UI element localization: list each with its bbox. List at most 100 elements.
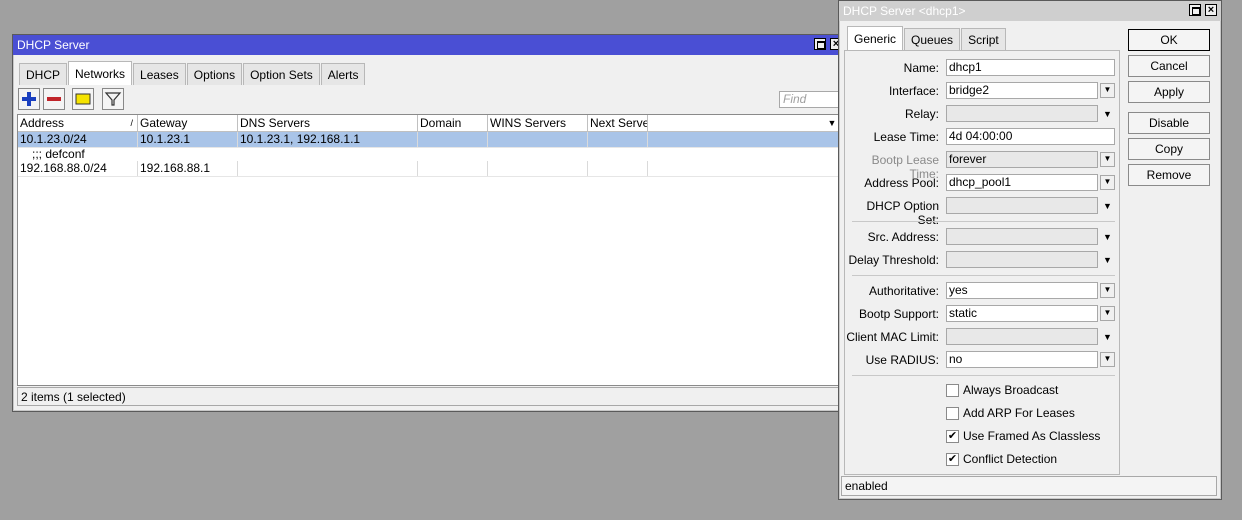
cell-gateway: 10.1.23.1 bbox=[138, 132, 238, 147]
src-address-label: Src. Address: bbox=[867, 230, 939, 244]
maximize-icon[interactable] bbox=[814, 38, 826, 50]
window-title: DHCP Server bbox=[17, 38, 90, 52]
table-row[interactable]: 10.1.23.0/24 10.1.23.1 10.1.23.1, 192.16… bbox=[18, 132, 840, 148]
dropdown-arrow-icon[interactable]: ▼ bbox=[1100, 152, 1115, 167]
dropdown-arrow-icon[interactable]: ▼ bbox=[1103, 201, 1112, 211]
add-arp-for-leases-checkbox[interactable] bbox=[946, 407, 959, 420]
client-mac-limit-field[interactable] bbox=[946, 328, 1098, 345]
delay-threshold-label: Delay Threshold: bbox=[848, 253, 940, 267]
find-input[interactable]: Find bbox=[779, 91, 839, 108]
separator bbox=[852, 375, 1115, 376]
ok-button[interactable]: OK bbox=[1128, 29, 1210, 51]
dropdown-arrow-icon[interactable]: ▼ bbox=[1100, 175, 1115, 190]
name-label: Name: bbox=[903, 61, 939, 75]
tab-queues[interactable]: Queues bbox=[904, 28, 961, 50]
cell-address: 192.168.88.0/24 bbox=[18, 161, 138, 176]
dropdown-arrow-icon[interactable]: ▼ bbox=[1100, 83, 1115, 98]
close-icon[interactable]: × bbox=[1205, 4, 1217, 16]
always-broadcast-label: Always Broadcast bbox=[963, 383, 1059, 397]
relay-field[interactable] bbox=[946, 105, 1098, 122]
dropdown-arrow-icon[interactable]: ▼ bbox=[1103, 109, 1112, 119]
disable-button[interactable]: Disable bbox=[1128, 112, 1210, 134]
column-gateway[interactable]: Gateway bbox=[138, 115, 238, 131]
add-button[interactable] bbox=[18, 88, 40, 110]
window-titlebar[interactable]: DHCP Server <dhcp1> × bbox=[839, 1, 1221, 21]
cell-wins-servers bbox=[488, 161, 588, 176]
tab-dhcp[interactable]: DHCP bbox=[19, 63, 68, 85]
cell-next-server bbox=[588, 161, 648, 176]
remove-button[interactable]: Remove bbox=[1128, 164, 1210, 186]
cell-gateway: 192.168.88.1 bbox=[138, 161, 238, 176]
remove-button[interactable] bbox=[43, 88, 65, 110]
tab-bar: DHCP Networks Leases Options Option Sets… bbox=[19, 61, 366, 85]
name-field[interactable]: dhcp1 bbox=[946, 59, 1115, 76]
address-pool-label: Address Pool: bbox=[864, 176, 939, 190]
lease-time-field[interactable]: 4d 04:00:00 bbox=[946, 128, 1115, 145]
lease-time-label: Lease Time: bbox=[873, 130, 939, 144]
column-dns-servers[interactable]: DNS Servers bbox=[238, 115, 418, 131]
table-header: Address / Gateway DNS Servers Domain WINS… bbox=[18, 115, 840, 132]
use-framed-as-classless-checkbox[interactable]: ✔ bbox=[946, 430, 959, 443]
copy-button[interactable]: Copy bbox=[1128, 138, 1210, 160]
dhcp-server-detail-window: DHCP Server <dhcp1> × Generic Queues Scr… bbox=[838, 0, 1222, 500]
window-titlebar[interactable]: DHCP Server × bbox=[13, 35, 846, 55]
tab-generic[interactable]: Generic bbox=[847, 26, 904, 50]
filter-button[interactable] bbox=[102, 88, 124, 110]
comment-icon bbox=[75, 93, 91, 105]
cell-address: 10.1.23.0/24 bbox=[18, 132, 138, 147]
cell-domain bbox=[418, 161, 488, 176]
table-row-comment[interactable]: ;;; defconf bbox=[18, 147, 840, 162]
status-bar: 2 items (1 selected) bbox=[17, 387, 841, 406]
use-radius-field[interactable]: no bbox=[946, 351, 1098, 368]
bootp-lease-time-field[interactable]: forever bbox=[946, 151, 1098, 168]
cancel-button[interactable]: Cancel bbox=[1128, 55, 1210, 77]
dropdown-arrow-icon[interactable]: ▼ bbox=[1103, 232, 1112, 242]
tab-option-sets[interactable]: Option Sets bbox=[243, 63, 320, 85]
tab-script[interactable]: Script bbox=[961, 28, 1006, 50]
use-framed-as-classless-label: Use Framed As Classless bbox=[963, 429, 1101, 443]
dropdown-arrow-icon[interactable]: ▼ bbox=[1103, 332, 1112, 342]
dropdown-arrow-icon[interactable]: ▼ bbox=[1100, 306, 1115, 321]
column-wins-servers[interactable]: WINS Servers bbox=[488, 115, 588, 131]
src-address-field[interactable] bbox=[946, 228, 1098, 245]
cell-wins-servers bbox=[488, 132, 588, 147]
dropdown-arrow-icon[interactable]: ▼ bbox=[1100, 352, 1115, 367]
tab-alerts[interactable]: Alerts bbox=[320, 63, 366, 85]
cell-dns-servers: 10.1.23.1, 192.168.1.1 bbox=[238, 132, 418, 147]
column-domain[interactable]: Domain bbox=[418, 115, 488, 131]
tab-networks[interactable]: Networks bbox=[68, 61, 133, 85]
conflict-detection-checkbox[interactable]: ✔ bbox=[946, 453, 959, 466]
address-pool-field[interactable]: dhcp_pool1 bbox=[946, 174, 1098, 191]
remove-icon bbox=[47, 97, 61, 101]
cell-domain bbox=[418, 132, 488, 147]
authoritative-field[interactable]: yes bbox=[946, 282, 1098, 299]
add-arp-for-leases-label: Add ARP For Leases bbox=[963, 406, 1075, 420]
column-address[interactable]: Address / bbox=[18, 115, 138, 131]
separator bbox=[852, 221, 1115, 222]
interface-field[interactable]: bridge2 bbox=[946, 82, 1098, 99]
maximize-icon[interactable] bbox=[1189, 4, 1201, 16]
dhcp-option-set-field[interactable] bbox=[946, 197, 1098, 214]
comment-button[interactable] bbox=[72, 88, 94, 110]
bootp-support-label: Bootp Support: bbox=[858, 307, 939, 321]
filter-icon bbox=[104, 92, 122, 106]
dropdown-arrow-icon[interactable]: ▼ bbox=[1100, 283, 1115, 298]
tab-options[interactable]: Options bbox=[186, 63, 243, 85]
interface-label: Interface: bbox=[888, 84, 939, 98]
column-next-server[interactable]: Next Server bbox=[588, 115, 648, 131]
networks-table: Address / Gateway DNS Servers Domain WINS… bbox=[17, 114, 841, 386]
table-row[interactable]: 192.168.88.0/24 192.168.88.1 bbox=[18, 161, 840, 177]
generic-panel: Name: dhcp1 Interface: bridge2 ▼ Relay: … bbox=[844, 50, 1120, 475]
tab-leases[interactable]: Leases bbox=[133, 63, 186, 85]
relay-label: Relay: bbox=[904, 107, 939, 121]
dropdown-arrow-icon[interactable]: ▼ bbox=[1103, 255, 1112, 265]
conflict-detection-label: Conflict Detection bbox=[963, 452, 1058, 466]
apply-button[interactable]: Apply bbox=[1128, 81, 1210, 103]
status-bar: enabled bbox=[841, 476, 1217, 496]
dhcp-server-window: DHCP Server × DHCP Networks Leases Optio… bbox=[12, 34, 847, 412]
cell-next-server bbox=[588, 132, 648, 147]
row-comment: ;;; defconf bbox=[32, 147, 85, 161]
bootp-support-field[interactable]: static bbox=[946, 305, 1098, 322]
delay-threshold-field[interactable] bbox=[946, 251, 1098, 268]
always-broadcast-checkbox[interactable] bbox=[946, 384, 959, 397]
